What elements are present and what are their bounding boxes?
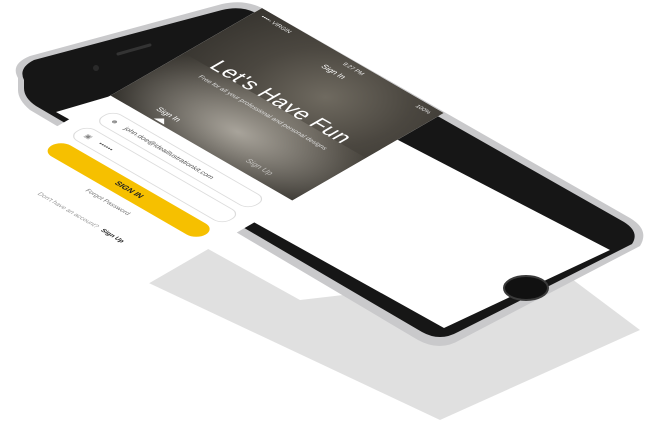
home-button[interactable] (503, 275, 549, 301)
user-icon: ☻ (108, 118, 121, 126)
lock-icon: ▣ (81, 133, 94, 141)
no-account-label: Don't have an account? (35, 191, 101, 230)
sign-up-link[interactable]: Sign Up (98, 228, 125, 244)
password-value: •••••• (96, 141, 115, 153)
front-camera (93, 65, 99, 71)
mockup-stage: ••••◦ VIRGIN 9:27 PM 100% Sign In Let's … (0, 0, 658, 422)
battery-label: 100% (413, 104, 432, 115)
